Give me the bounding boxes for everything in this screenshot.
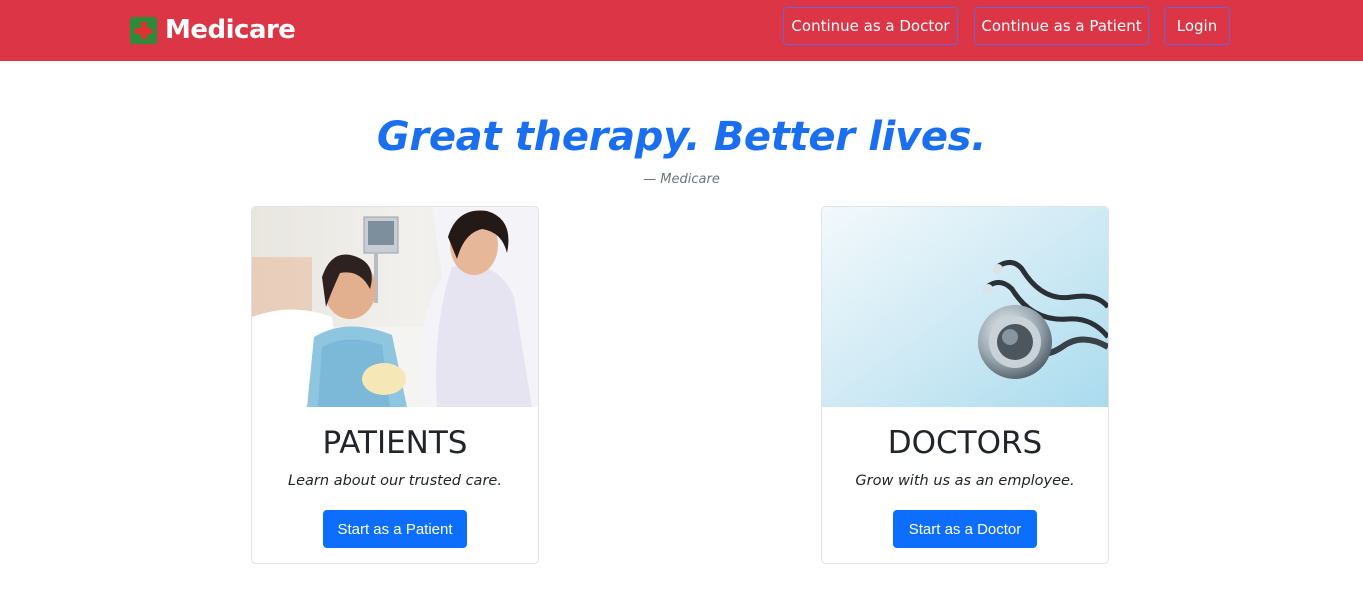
patient-with-doctor-photo (252, 207, 538, 407)
continue-as-patient-button[interactable]: Continue as a Patient (974, 7, 1149, 45)
login-button[interactable]: Login (1164, 7, 1230, 45)
hero-headline: Great therapy. Better lives. (376, 114, 987, 160)
patients-card-text: Learn about our trusted care. (288, 473, 502, 489)
doctors-card-title: DOCTORS (887, 425, 1043, 461)
brand-link[interactable]: Medicare (130, 10, 296, 50)
hero-attribution: — Medicare (643, 172, 720, 187)
start-as-doctor-button[interactable]: Start as a Doctor (893, 510, 1037, 548)
top-navbar: Medicare Continue as a Doctor Continue a… (0, 0, 1363, 61)
patients-card: PATIENTS Learn about our trusted care. S… (251, 206, 539, 564)
stethoscope-photo (822, 207, 1108, 407)
doctors-card: DOCTORS Grow with us as an employee. Sta… (821, 206, 1109, 564)
start-as-patient-button[interactable]: Start as a Patient (323, 510, 467, 548)
continue-as-doctor-button[interactable]: Continue as a Doctor (783, 7, 958, 45)
medical-cross-icon (130, 16, 157, 44)
patients-card-title: PATIENTS (322, 425, 468, 461)
doctors-card-text: Grow with us as an employee. (855, 473, 1075, 489)
brand-name: Medicare (165, 15, 296, 45)
